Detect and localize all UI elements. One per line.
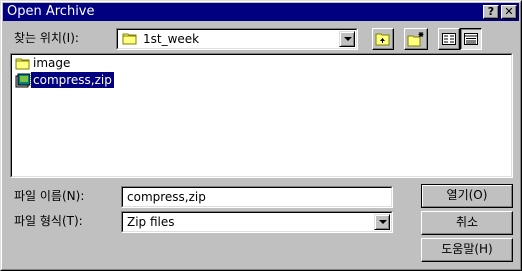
create-new-folder-button[interactable] (404, 28, 428, 50)
list-view-icon (442, 33, 456, 45)
filetype-dropdown-button[interactable] (374, 214, 390, 230)
lookin-label: 찾는 위치(I): (14, 31, 79, 45)
details-view-icon (464, 33, 478, 45)
dialog-title: Open Archive (7, 4, 95, 19)
help-button[interactable]: 도움말(H) (421, 238, 513, 262)
lookin-value: 1st_week (143, 32, 200, 46)
up-folder-icon (375, 33, 390, 46)
filetype-combobox[interactable]: Zip files (121, 211, 393, 233)
open-button-label: 열기(O) (446, 188, 488, 202)
lookin-combobox[interactable]: 1st_week (116, 28, 358, 50)
filetype-value: Zip files (127, 215, 175, 229)
up-one-level-button[interactable] (372, 28, 394, 50)
folder-icon (122, 33, 137, 45)
filename-label: 파일 이름(N): (14, 189, 85, 203)
cancel-button[interactable]: 취소 (421, 211, 513, 235)
filename-input[interactable]: compress,zip (121, 186, 393, 208)
archive-icon (15, 73, 31, 88)
lookin-dropdown-button[interactable] (339, 31, 355, 47)
help-button-label: 도움말(H) (441, 242, 493, 256)
open-button[interactable]: 열기(O) (421, 184, 513, 208)
close-title-button[interactable]: ✕ (501, 5, 517, 19)
folder-icon (15, 58, 30, 70)
file-name: image (33, 56, 71, 70)
file-list[interactable]: image compress,zip (10, 53, 513, 178)
title-bar[interactable]: Open Archive ? ✕ (3, 3, 519, 21)
open-archive-dialog: Open Archive ? ✕ 찾는 위치(I): 1st_week imag… (0, 0, 522, 271)
cancel-button-label: 취소 (455, 215, 479, 229)
new-folder-icon (407, 32, 424, 47)
list-view-button[interactable] (438, 28, 460, 50)
details-view-button[interactable] (460, 28, 482, 50)
file-name: compress,zip (30, 71, 115, 89)
filetype-label: 파일 형식(T): (14, 214, 83, 228)
help-title-button[interactable]: ? (483, 5, 499, 19)
filename-value: compress,zip (127, 190, 206, 204)
